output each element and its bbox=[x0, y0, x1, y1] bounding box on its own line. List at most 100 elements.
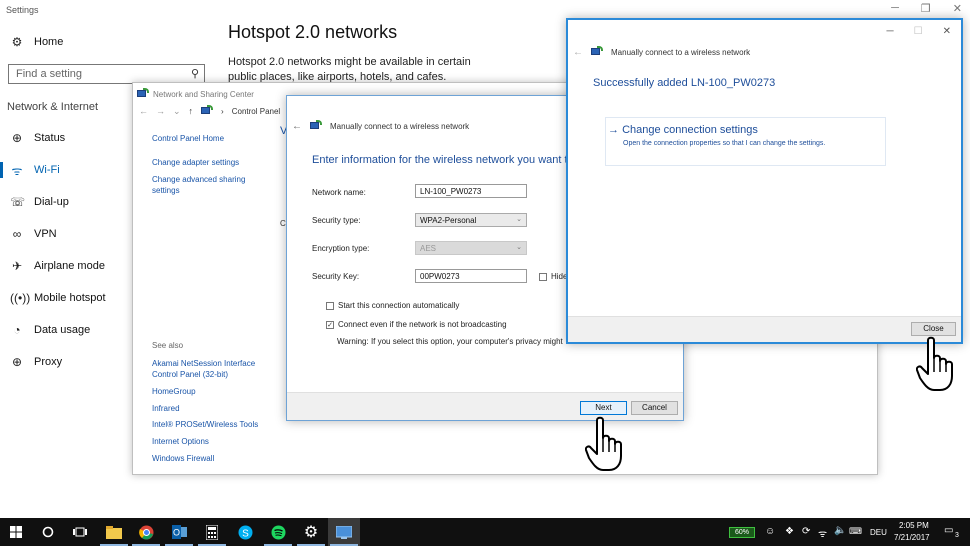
gear-icon: ⚙ bbox=[303, 524, 319, 541]
wifi-tray-icon[interactable]: ᯤ bbox=[818, 526, 827, 540]
dialup-icon: ☏ bbox=[10, 195, 26, 209]
recent-dropdown-icon[interactable]: ⌄ bbox=[173, 106, 181, 117]
calculator-button[interactable] bbox=[196, 518, 228, 546]
nav-item-label: Proxy bbox=[34, 356, 63, 368]
back-arrow-icon[interactable]: ← bbox=[139, 106, 148, 116]
chevron-down-icon: ⌄ bbox=[516, 216, 522, 223]
security-type-label: Security type: bbox=[312, 216, 361, 225]
link-change-advanced-sharing[interactable]: Change advanced sharing settings bbox=[152, 174, 262, 196]
cortana-button[interactable] bbox=[32, 518, 64, 546]
security-type-select[interactable]: WPA2-Personal ⌄ bbox=[415, 213, 527, 227]
connect-hidden-checkbox[interactable]: ✓ Connect even if the network is not bro… bbox=[326, 320, 507, 329]
dropbox-icon[interactable]: ❖ bbox=[785, 526, 794, 537]
dialog2-title: Manually connect to a wireless network bbox=[611, 47, 751, 57]
settings-app-button[interactable]: ⚙ bbox=[295, 518, 327, 546]
nav-home-label: Home bbox=[34, 36, 64, 48]
dialog2-window-controls: ─ ☐ ✕ bbox=[887, 26, 951, 37]
encryption-type-select: AES ⌄ bbox=[415, 241, 527, 255]
people-icon[interactable]: ☺ bbox=[765, 526, 775, 537]
hand-pointer-cursor-icon bbox=[585, 416, 622, 471]
checkbox-box[interactable] bbox=[539, 272, 547, 281]
link-akamai[interactable]: Akamai NetSession Interface Control Pane… bbox=[152, 358, 267, 380]
outlook-icon: O bbox=[171, 525, 187, 539]
nav-item-label: Dial-up bbox=[34, 196, 69, 208]
chrome-button[interactable] bbox=[130, 518, 162, 546]
back-arrow-icon[interactable]: ← bbox=[292, 121, 302, 132]
next-button[interactable]: Next bbox=[580, 401, 627, 415]
battery-indicator[interactable]: 60% bbox=[729, 527, 755, 538]
settings-window-controls: ─ ❐ ✕ bbox=[891, 2, 962, 15]
checkmark-icon[interactable]: ✓ bbox=[326, 320, 334, 329]
minimize-icon[interactable]: ─ bbox=[887, 26, 894, 37]
nav-item-label: VPN bbox=[34, 228, 57, 240]
hide-characters-label: Hide bbox=[551, 272, 568, 281]
spotify-icon bbox=[271, 525, 285, 539]
up-arrow-icon[interactable]: ↑ bbox=[189, 106, 194, 116]
search-placeholder: Find a setting bbox=[16, 68, 83, 80]
link-change-adapter-settings[interactable]: Change adapter settings bbox=[152, 157, 239, 168]
keyboard-icon[interactable]: ⌨ bbox=[849, 526, 862, 537]
security-key-label: Security Key: bbox=[312, 272, 360, 281]
start-automatically-checkbox[interactable]: Start this connection automatically bbox=[326, 301, 459, 310]
chrome-icon bbox=[138, 525, 153, 539]
security-key-input[interactable]: 00PW0273 bbox=[415, 269, 527, 283]
change-connection-settings-link[interactable]: → Change connection settings Open the co… bbox=[605, 117, 886, 166]
nav-item-label: Data usage bbox=[34, 324, 91, 336]
close-icon[interactable]: ✕ bbox=[953, 2, 962, 15]
breadcrumb-control-panel[interactable]: Control Panel bbox=[232, 107, 280, 116]
link-homegroup[interactable]: HomeGroup bbox=[152, 386, 196, 397]
page-description: Hotspot 2.0 networks might be available … bbox=[228, 56, 471, 83]
task-view-button[interactable] bbox=[64, 518, 96, 546]
link-infrared[interactable]: Infrared bbox=[152, 403, 180, 414]
command-link-title: → Change connection settings bbox=[608, 124, 758, 136]
page-title: Hotspot 2.0 networks bbox=[228, 22, 398, 42]
control-panel-taskbar-button[interactable] bbox=[328, 518, 360, 546]
folder-icon bbox=[106, 525, 122, 539]
active-marker bbox=[0, 162, 3, 178]
speaker-icon[interactable]: 🔈 bbox=[834, 525, 846, 536]
network-name-label: Network name: bbox=[312, 188, 366, 197]
security-type-value: WPA2-Personal bbox=[420, 216, 477, 225]
hide-characters-checkbox[interactable]: Hide bbox=[539, 272, 567, 281]
link-windows-firewall[interactable]: Windows Firewall bbox=[152, 453, 214, 464]
file-explorer-button[interactable] bbox=[98, 518, 130, 546]
input-language[interactable]: DEU bbox=[870, 528, 887, 537]
outlook-button[interactable]: O bbox=[163, 518, 195, 546]
search-icon[interactable]: ⚲ bbox=[191, 67, 199, 80]
close-icon[interactable]: ✕ bbox=[943, 26, 951, 37]
clock-date[interactable]: 7/21/2017 bbox=[894, 533, 930, 542]
wireless-network-icon bbox=[591, 46, 603, 58]
dialog2-header: ← Manually connect to a wireless network bbox=[573, 46, 750, 58]
nav-item-label: Wi-Fi bbox=[34, 164, 60, 176]
skype-button[interactable]: S bbox=[229, 518, 261, 546]
close-button[interactable]: Close bbox=[911, 322, 956, 336]
sync-icon[interactable]: ⟳ bbox=[802, 526, 810, 537]
windows-logo-icon bbox=[10, 526, 22, 538]
back-arrow-icon[interactable]: ← bbox=[573, 47, 583, 58]
search-input[interactable]: Find a setting ⚲ bbox=[8, 64, 205, 84]
action-center-icon[interactable]: ▭ bbox=[944, 525, 953, 536]
network-name-input[interactable]: LN-100_PW0273 bbox=[415, 184, 527, 198]
link-intel-proset[interactable]: Intel® PROSet/Wireless Tools bbox=[152, 419, 258, 430]
nsc-title-bar: Network and Sharing Center bbox=[137, 88, 254, 100]
wireless-network-icon bbox=[310, 120, 322, 132]
dialog1-header: ← Manually connect to a wireless network bbox=[292, 120, 469, 132]
clock-time[interactable]: 2:05 PM bbox=[899, 521, 929, 530]
breadcrumb-separator-icon: › bbox=[221, 106, 224, 116]
spotify-button[interactable] bbox=[262, 518, 294, 546]
start-button[interactable] bbox=[0, 518, 32, 546]
wifi-icon: ᯤ bbox=[11, 163, 23, 178]
cancel-button[interactable]: Cancel bbox=[631, 401, 678, 415]
forward-arrow-icon[interactable]: → bbox=[156, 106, 165, 116]
checkbox-box[interactable] bbox=[326, 301, 334, 310]
maximize-icon[interactable]: ❐ bbox=[921, 2, 931, 15]
minimize-icon[interactable]: ─ bbox=[891, 2, 899, 15]
cortana-circle-icon bbox=[42, 526, 54, 538]
nav-home[interactable]: ⚙ Home bbox=[0, 28, 215, 56]
arrow-right-icon: → bbox=[608, 124, 623, 136]
nsc-title: Network and Sharing Center bbox=[153, 89, 254, 99]
link-internet-options[interactable]: Internet Options bbox=[152, 436, 209, 447]
link-control-panel-home[interactable]: Control Panel Home bbox=[152, 133, 224, 144]
encryption-type-value: AES bbox=[420, 244, 437, 253]
start-automatically-label: Start this connection automatically bbox=[338, 301, 460, 310]
